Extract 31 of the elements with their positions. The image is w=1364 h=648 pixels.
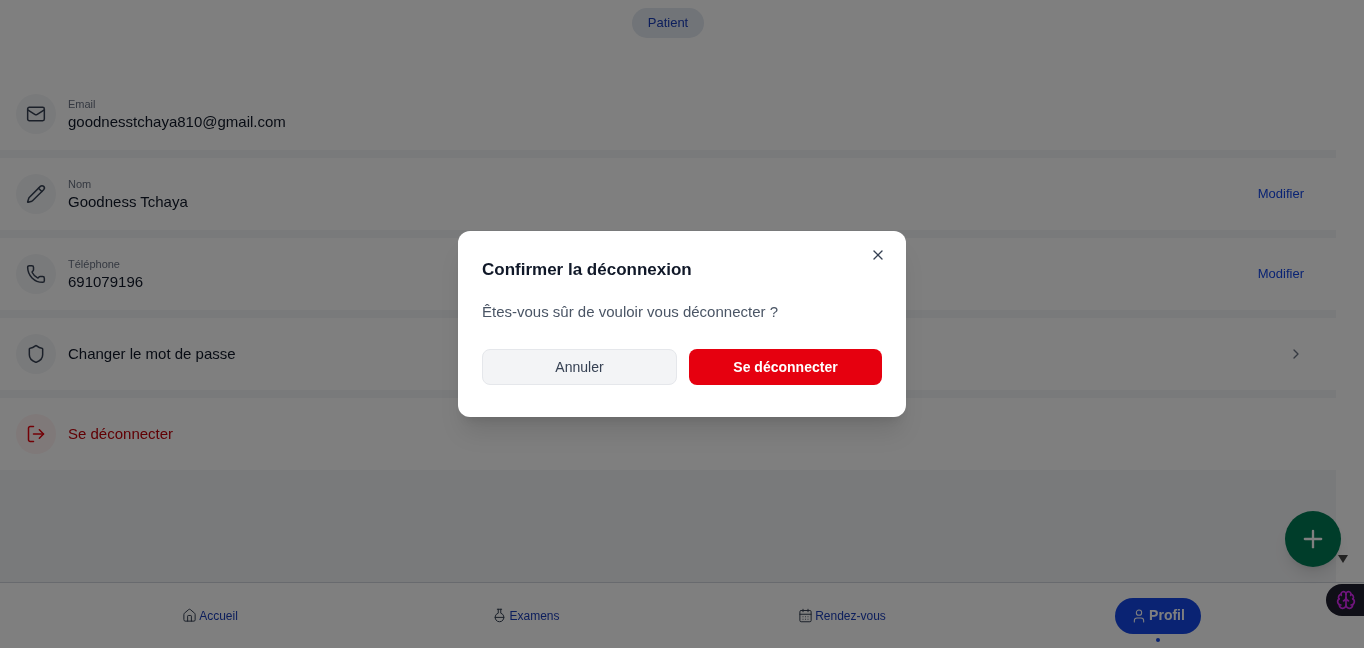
mail-icon bbox=[16, 94, 56, 134]
dialog-title: Confirmer la déconnexion bbox=[482, 259, 693, 281]
field-label: Email bbox=[68, 97, 96, 112]
field-value: goodnesstchaya810@gmail.com bbox=[68, 112, 286, 132]
profile-row[interactable]: Nom Goodness Tchaya Modifier bbox=[0, 158, 1336, 230]
edit-link[interactable]: Modifier bbox=[1257, 184, 1304, 204]
shield-icon bbox=[16, 334, 56, 374]
logout-icon bbox=[16, 414, 56, 454]
field-value: 691079196 bbox=[68, 272, 144, 292]
brain-icon bbox=[1336, 590, 1356, 610]
nav-tab[interactable]: Accueil bbox=[182, 606, 238, 625]
field-value: Goodness Tchaya bbox=[68, 192, 188, 212]
calendar-icon bbox=[798, 608, 814, 623]
logout-link[interactable]: Se déconnecter bbox=[68, 424, 174, 444]
profile-row[interactable]: Email goodnesstchaya810@gmail.com bbox=[0, 78, 1336, 150]
pencil-icon bbox=[16, 174, 56, 214]
dropdown-triangle-icon bbox=[1338, 555, 1348, 563]
logout-button[interactable]: Se déconnecter bbox=[689, 349, 882, 385]
home-icon bbox=[182, 608, 198, 623]
field-label: Téléphone bbox=[68, 257, 120, 272]
role-badge: Patient bbox=[631, 8, 705, 38]
nav-tab[interactable]: Profil bbox=[1115, 597, 1201, 634]
profile-row[interactable]: Se déconnecter bbox=[0, 398, 1336, 470]
assistant-widget[interactable] bbox=[1326, 584, 1364, 616]
edit-link[interactable]: Modifier bbox=[1257, 264, 1304, 284]
phone-icon bbox=[16, 254, 56, 294]
nav-tab[interactable]: Rendez-vous bbox=[798, 606, 886, 625]
field-label: Nom bbox=[68, 177, 92, 192]
cancel-button[interactable]: Annuler bbox=[482, 349, 677, 385]
nav-tab[interactable]: Examens bbox=[492, 606, 560, 625]
change-password-link[interactable]: Changer le mot de passe bbox=[68, 344, 236, 364]
